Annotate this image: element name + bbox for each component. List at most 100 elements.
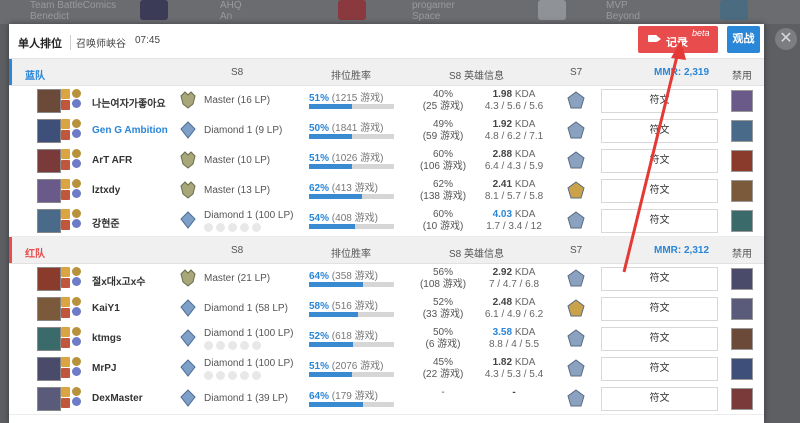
rune-icons [72, 149, 82, 169]
banned-champion-portrait [731, 90, 753, 112]
rune-button[interactable]: 符文 [601, 327, 718, 351]
kda-ratio: 3.58 [492, 327, 513, 338]
summoner-name[interactable]: 강현준 [92, 215, 120, 230]
summoner-spell-icon [61, 100, 70, 110]
champion-portrait [37, 387, 61, 411]
rune-button[interactable]: 符文 [601, 387, 718, 411]
summoner-spell-icon [61, 89, 70, 99]
winrate-games: (516 游戏) [331, 301, 378, 312]
rune-icon [72, 119, 81, 128]
team-color-bar [9, 237, 12, 263]
winrate-bar [309, 224, 394, 229]
rank-emblem-icon [178, 388, 198, 408]
blue-team-header: 蓝队 S8 排位胜率 S8 英雄信息 S7 MMR: 2,319 禁用 [9, 59, 764, 86]
winrate-bar [309, 342, 394, 347]
rank-emblem-icon [178, 210, 198, 230]
close-icon[interactable]: ✕ [775, 28, 797, 50]
champion-winrate: 40% (25 游戏) [413, 89, 473, 113]
rune-button[interactable]: 符文 [601, 297, 718, 321]
rune-icon [72, 387, 81, 396]
bg-card-line: AHQ [220, 0, 242, 11]
rune-icon [72, 327, 81, 336]
winrate-percent: 54% [309, 213, 330, 224]
col-prev-season: S7 [570, 245, 583, 256]
champion-kda: 4.03 KDA 1.7 / 3.4 / 12 [479, 209, 549, 233]
summoner-name[interactable]: 절x대x고x수 [92, 273, 146, 288]
summoner-spell-icon [61, 190, 70, 200]
winrate-bar-fill [309, 282, 364, 287]
prev-season-emblem-icon [566, 181, 586, 199]
ranked-winrate: 62% (413 游戏) [309, 179, 394, 199]
rune-button[interactable]: 符文 [601, 209, 718, 233]
summoner-name[interactable]: 나는여자가좋아요 [92, 95, 166, 110]
bg-card: AHQ An [220, 0, 242, 24]
champion-kda: 2.88 KDA 6.4 / 4.3 / 5.9 [479, 149, 549, 173]
champion-portrait [37, 267, 61, 291]
col-champ-info: S8 英雄信息 [449, 249, 505, 260]
banned-champion-portrait [731, 388, 753, 410]
summoner-name[interactable]: ArT AFR [92, 155, 132, 166]
bg-card-line: An [220, 11, 233, 22]
rune-button[interactable]: 符文 [601, 119, 718, 143]
summoner-spell-icon [61, 149, 70, 159]
champion-winrate: 60% (106 游戏) [413, 149, 473, 173]
rank-emblem-icon [178, 90, 198, 110]
rune-button[interactable]: 符文 [601, 267, 718, 291]
rune-icon [72, 397, 81, 406]
champion-winrate-percent: - [441, 387, 445, 398]
kda-ratio: 2.88 [492, 149, 513, 160]
rank-emblem-icon [178, 328, 198, 348]
player-row: 절x대x고x수 Master (21 LP) 64% (358 游戏) 56% … [9, 264, 764, 295]
rank-text: Master (13 LP) [204, 185, 271, 196]
rune-button[interactable]: 符文 [601, 179, 718, 203]
spectate-button[interactable]: 观战 [727, 26, 760, 53]
summoner-spell-icon [61, 368, 70, 378]
bg-card-line: Beyond [606, 11, 640, 22]
rank-text: Master (16 LP) [204, 95, 271, 106]
champion-portrait [37, 119, 61, 143]
champion-games: (33 游戏) [422, 309, 464, 320]
player-row: MrPJ Diamond 1 (100 LP) 51% (2076 游戏) 45… [9, 354, 764, 385]
summoner-name[interactable]: DexMaster [92, 393, 143, 404]
summoner-name[interactable]: Gen G Ambition [92, 125, 168, 136]
rune-button[interactable]: 符文 [601, 357, 718, 381]
winrate-bar-fill [309, 224, 355, 229]
bg-card-line: progamer [412, 0, 455, 11]
col-season: S8 [231, 67, 244, 78]
kda-detail: 7 / 4.7 / 6.8 [488, 279, 540, 290]
summoner-name[interactable]: lztxdy [92, 185, 120, 196]
summoner-name[interactable]: KaiY1 [92, 303, 120, 314]
rune-button[interactable]: 符文 [601, 89, 718, 113]
champion-kda: 1.82 KDA 4.3 / 5.3 / 5.4 [479, 357, 549, 381]
winrate-percent: 58% [309, 301, 330, 312]
rune-icon [72, 209, 81, 218]
champion-kda: - [479, 387, 549, 399]
winrate-games: (2076 游戏) [331, 361, 384, 372]
champion-winrate: 52% (33 游戏) [413, 297, 473, 321]
player-row: 강현준 Diamond 1 (100 LP) 54% (408 游戏) 60% … [9, 206, 764, 237]
winrate-bar-fill [309, 194, 362, 199]
summoner-spell-icon [61, 338, 70, 348]
rank-text: Diamond 1 (58 LP) [204, 303, 288, 314]
ranked-winrate: 51% (2076 游戏) [309, 357, 394, 377]
rune-icons [72, 209, 82, 229]
kda-detail: 1.7 / 3.4 / 12 [486, 221, 542, 232]
ranked-winrate: 54% (408 游戏) [309, 209, 394, 229]
champion-games: (138 游戏) [419, 191, 467, 202]
col-ban: 禁用 [732, 249, 752, 260]
summoner-spell-icon [61, 297, 70, 307]
player-row: 나는여자가좋아요 Master (16 LP) 51% (1215 游戏) 40… [9, 86, 764, 117]
summoner-name[interactable]: ktmgs [92, 333, 121, 344]
summoner-spells [61, 209, 71, 231]
champion-portrait [37, 297, 61, 321]
player-row: lztxdy Master (13 LP) 62% (413 游戏) 62% (… [9, 176, 764, 207]
record-button[interactable]: 记录 beta [638, 26, 718, 53]
champion-portrait [37, 209, 61, 233]
kda-ratio: 4.03 [492, 209, 513, 220]
rune-button[interactable]: 符文 [601, 149, 718, 173]
rank-emblem-icon [178, 298, 198, 318]
summoner-name[interactable]: MrPJ [92, 363, 116, 374]
winrate-bar [309, 104, 394, 109]
champion-kda: 2.92 KDA 7 / 4.7 / 6.8 [479, 267, 549, 291]
rank-emblem-icon [178, 180, 198, 200]
